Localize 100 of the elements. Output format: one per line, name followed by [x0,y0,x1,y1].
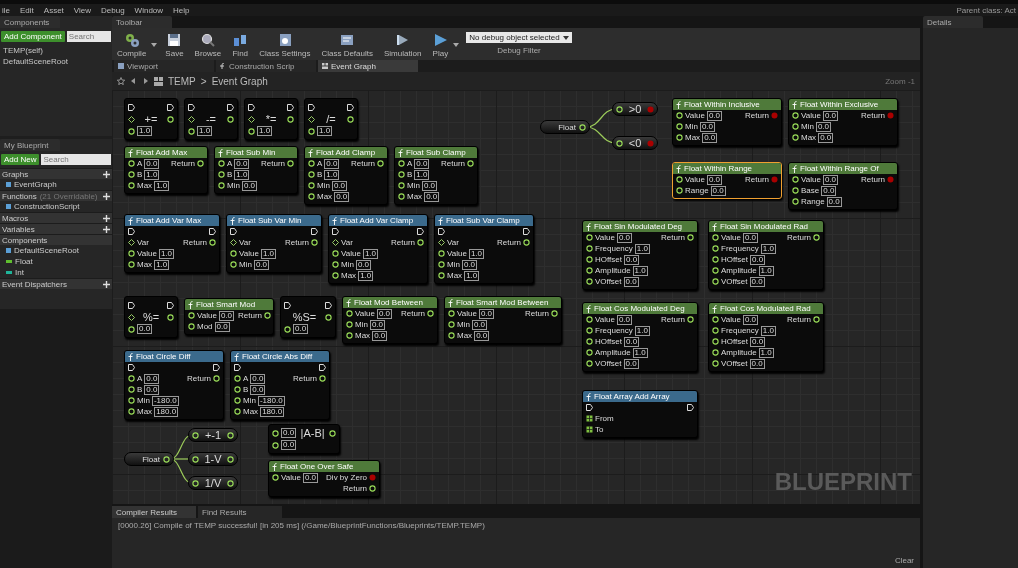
operator-node[interactable]: /= 1.0 [304,98,358,140]
value-field[interactable]: 0.0 [281,428,297,438]
float-pin-icon[interactable] [308,182,315,189]
function-node[interactable]: Float Sin Modulated Rad Value 0.0 Return Frequency 1.0 HOffset 0.0 Amplitude 1.0 VOffset 0.0 [708,220,824,290]
value-field[interactable]: 1.0 [758,347,774,358]
float-pin-icon[interactable] [467,160,474,167]
section-header[interactable]: Variables [0,223,112,234]
float-pin-icon[interactable] [332,261,339,268]
value-field[interactable]: 0.0 [750,336,766,347]
value-field[interactable]: 1.0 [137,126,153,136]
value-field[interactable]: 0.0 [144,384,160,395]
function-node[interactable]: Float Sin Modulated Deg Value 0.0 Return Frequency 1.0 HOffset 0.0 Amplitude 1.0 VOffset 0.0 [582,220,698,290]
function-node[interactable]: Float Sub Var Clamp Var Return Value 1.0 Min 0.0 Max 1.0 [434,214,534,284]
value-field[interactable]: 0.0 [826,196,842,207]
float-pin-icon[interactable] [128,397,135,404]
value-field[interactable]: 1.0 [634,325,650,336]
float-pin-icon[interactable] [234,408,241,415]
operator-node[interactable]: 0.0 |A-B| 0.0 [268,424,340,454]
float-pin-icon[interactable] [163,455,170,463]
float-pin-icon[interactable] [792,134,799,141]
function-node[interactable]: Float Add Var Max Var Return Value 1.0 Max 1.0 [124,214,220,273]
function-node[interactable]: Float Add Max A 0.0 Return B 1.0 Max 1.0 [124,146,208,194]
value-field[interactable]: 0.0 [616,314,632,325]
float-pin-icon[interactable] [128,171,135,178]
function-node[interactable]: Float Circle Diff A 0.0 Return B 0.0 Min -180.0 Max 180.0 [124,350,224,420]
graph-canvas[interactable] [112,90,920,504]
value-field[interactable]: 180.0 [154,406,179,417]
function-node[interactable]: Float Circle Abs Diff A 0.0 Return B 0.0 Min -180.0 Max 180.0 [230,350,330,420]
operator-node[interactable]: >0 [612,102,658,116]
function-node[interactable]: Float Array Add Array From To [582,390,698,438]
diamond-pin-icon[interactable] [128,313,135,321]
toolbar-button[interactable]: Compile [114,32,150,58]
exec-pin-icon[interactable] [213,364,220,371]
float-pin-icon[interactable] [448,310,455,317]
exec-pin-icon[interactable] [227,103,234,111]
float-pin-icon[interactable] [676,112,683,119]
operator-node[interactable]: 1/V [188,476,238,490]
float-pin-icon[interactable] [128,160,135,167]
menu-item[interactable]: ile [2,5,10,15]
value-field[interactable]: 0.0 [623,358,639,369]
float-pin-icon[interactable] [616,105,623,113]
exec-pin-icon[interactable] [230,228,237,235]
value-field[interactable]: 0.0 [742,232,758,243]
float-pin-icon[interactable] [712,360,719,367]
float-pin-icon[interactable] [712,349,719,356]
float-pin-icon[interactable] [616,139,623,147]
value-field[interactable]: 0.0 [218,310,234,321]
float-pin-icon[interactable] [586,245,593,252]
float-pin-icon[interactable] [192,479,199,487]
value-field[interactable]: 0.0 [461,259,477,270]
float-pin-icon[interactable] [284,325,291,333]
float-pin-icon[interactable] [712,256,719,263]
value-field[interactable]: 0.0 [624,254,640,265]
value-field[interactable]: 0.0 [710,185,726,196]
float-pin-icon[interactable] [792,112,799,119]
exec-pin-icon[interactable] [417,228,424,235]
exec-pin-icon[interactable] [586,404,593,411]
float-pin-icon[interactable] [676,176,683,183]
float-pin-icon[interactable] [712,278,719,285]
exec-pin-icon[interactable] [347,103,354,111]
float-pin-icon[interactable] [230,261,237,268]
forward-arrow-icon[interactable] [142,77,149,85]
panel-tab[interactable]: Find Results [198,506,282,518]
float-pin-icon[interactable] [218,160,225,167]
value-field[interactable]: 0.0 [821,185,837,196]
float-pin-icon[interactable] [347,115,354,123]
value-field[interactable]: 0.0 [144,158,160,169]
section-header[interactable]: Graphs [0,168,112,179]
value-field[interactable]: 1.0 [760,325,776,336]
float-pin-icon[interactable] [332,272,339,279]
value-field[interactable]: 0.0 [624,336,640,347]
float-pin-icon[interactable] [188,127,195,135]
value-field[interactable]: 0.0 [706,110,722,121]
value-field[interactable]: 1.0 [758,265,774,276]
float-pin-icon[interactable] [128,325,135,333]
float-pin-icon[interactable] [213,375,220,382]
exec-pin-icon[interactable] [167,301,174,309]
value-field[interactable]: 1.0 [317,126,333,136]
float-pin-icon[interactable] [329,429,336,437]
value-field[interactable]: 1.0 [632,265,648,276]
value-field[interactable]: 1.0 [260,248,276,259]
value-field[interactable]: 0.0 [334,191,350,202]
bool-pin-icon[interactable] [771,112,778,119]
float-pin-icon[interactable] [712,234,719,241]
value-field[interactable]: 0.0 [702,132,718,143]
toolbar-button[interactable]: Find [229,32,252,58]
plus-icon[interactable] [103,214,110,222]
float-pin-icon[interactable] [346,310,353,317]
function-node[interactable]: Float Within Inclusive Value 0.0 Return Min 0.0 Max 0.0 [672,98,782,146]
value-field[interactable]: 1.0 [154,259,170,270]
float-pin-icon[interactable] [264,312,271,319]
back-arrow-icon[interactable] [130,77,137,85]
float-pin-icon[interactable] [227,479,234,487]
float-pin-icon[interactable] [438,272,445,279]
add-new-button[interactable]: Add New [1,154,40,165]
clear-button[interactable]: Clear [894,556,914,565]
operator-node[interactable]: -= 1.0 [184,98,238,140]
value-field[interactable]: 0.0 [623,276,639,287]
exec-pin-icon[interactable] [319,364,326,371]
float-pin-icon[interactable] [272,429,279,437]
